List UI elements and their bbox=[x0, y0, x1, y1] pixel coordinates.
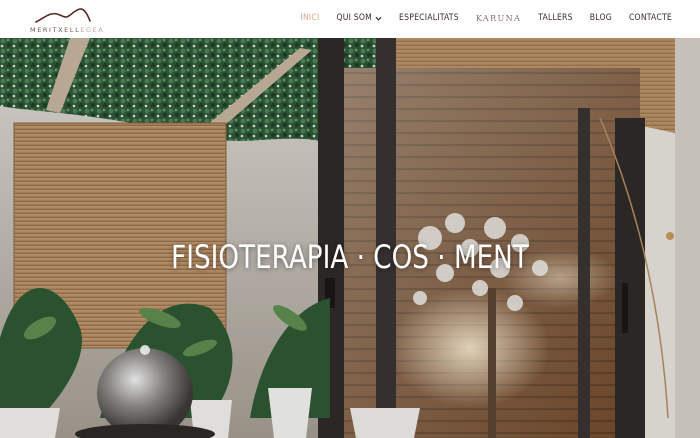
nav-item-blog[interactable]: BLOG bbox=[590, 13, 612, 23]
nav-item-label: QUI SOM bbox=[336, 13, 373, 23]
nav-item-label: ESPECIALITATS bbox=[399, 13, 459, 23]
main-nav: INICI QUI SOM ESPECIALITATS KARUNA TALLE… bbox=[283, 13, 672, 23]
nav-item-contacte[interactable]: CONTACTE bbox=[629, 13, 672, 23]
nav-item-tallers[interactable]: TALLERS bbox=[538, 13, 573, 23]
nav-item-inici[interactable]: INICI bbox=[300, 13, 319, 23]
nav-item-karuna[interactable]: KARUNA bbox=[476, 14, 521, 23]
nav-item-label: CONTACTE bbox=[628, 13, 672, 23]
brand-name: MERITXELLEGEA bbox=[30, 26, 104, 34]
site-header: MERITXELLEGEA INICI QUI SOM ESPECIALITAT… bbox=[0, 0, 700, 38]
nav-item-label: BLOG bbox=[589, 13, 612, 23]
brand-name-first: MERITXELL bbox=[30, 26, 81, 34]
hero-headline: FISIOTERAPIA · COS · MENT bbox=[171, 238, 529, 276]
hero-section: FISIOTERAPIA · COS · MENT bbox=[0, 38, 700, 438]
nav-item-label: KARUNA bbox=[475, 13, 522, 23]
nav-item-label: TALLERS bbox=[538, 13, 573, 23]
nav-item-label: INICI bbox=[300, 13, 320, 23]
nav-item-especialitats[interactable]: ESPECIALITATS bbox=[399, 13, 459, 23]
mountain-logo-icon bbox=[35, 8, 91, 23]
nav-item-qui-som[interactable]: QUI SOM bbox=[337, 13, 383, 23]
chevron-down-icon bbox=[375, 16, 382, 21]
brand-logo[interactable]: MERITXELLEGEA bbox=[30, 4, 103, 34]
brand-name-second: EGEA bbox=[80, 26, 105, 34]
